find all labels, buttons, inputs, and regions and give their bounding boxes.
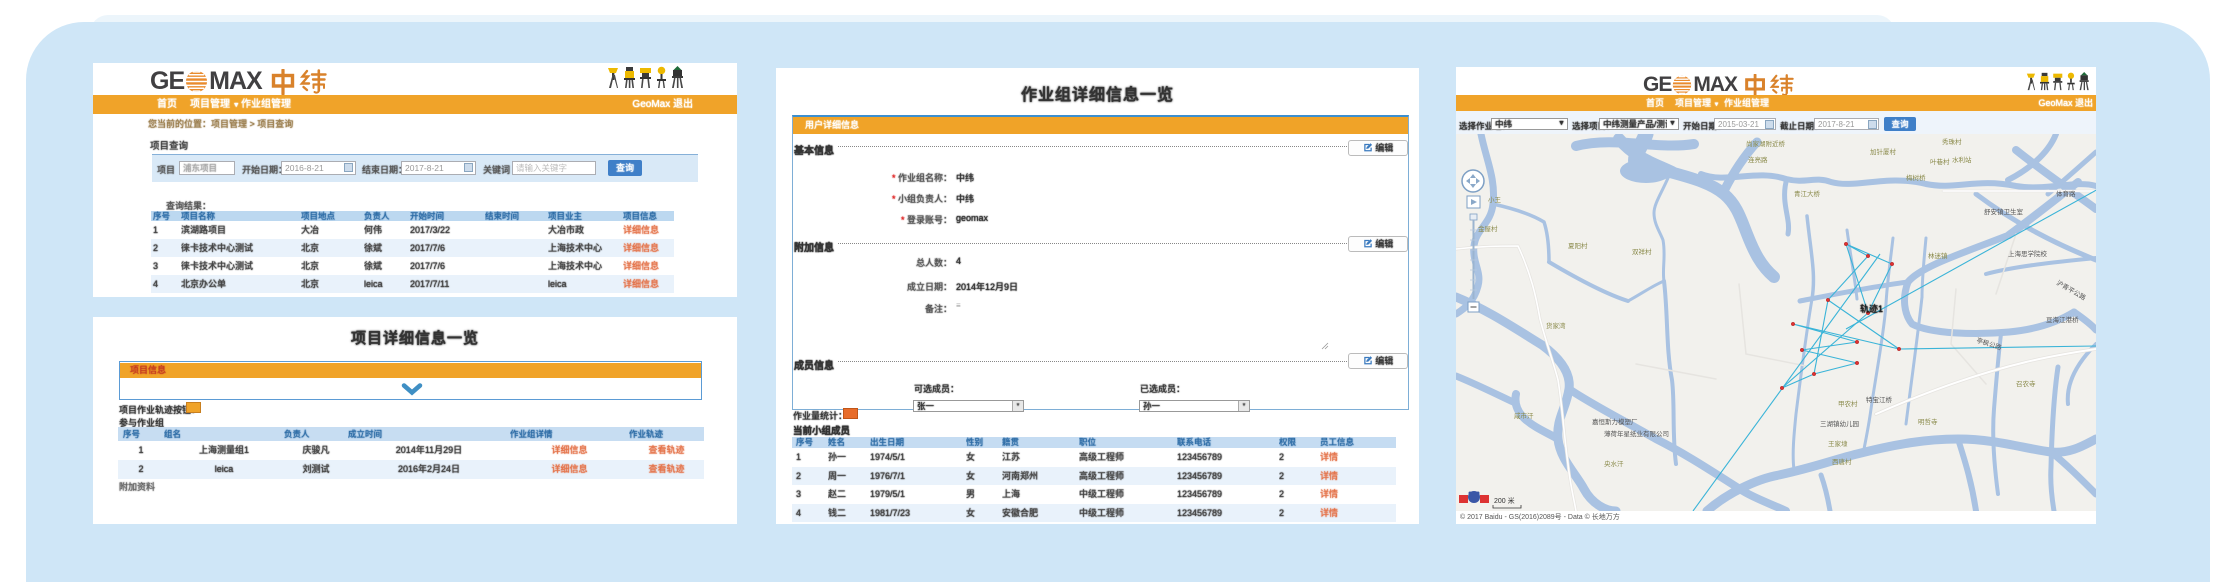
svg-text:轨迹1: 轨迹1 bbox=[1860, 303, 1883, 314]
svg-text:薄荷年星纸业有限公司: 薄荷年星纸业有限公司 bbox=[1604, 429, 1669, 438]
svg-text:青江大桥: 青江大桥 bbox=[1794, 189, 1821, 198]
svg-text:央水汗: 央水汗 bbox=[1604, 459, 1624, 468]
svg-text:明哲寺: 明哲寺 bbox=[1918, 417, 1938, 426]
svg-text:双祥村: 双祥村 bbox=[1632, 247, 1652, 256]
svg-text:上海思学院校: 上海思学院校 bbox=[2008, 249, 2048, 258]
svg-text:亘海江港桥: 亘海江港桥 bbox=[2046, 315, 2079, 324]
svg-text:梅树桥: 梅树桥 bbox=[1906, 173, 1926, 182]
svg-text:小王: 小王 bbox=[1488, 195, 1502, 204]
svg-text:秀珠村: 秀珠村 bbox=[1942, 137, 1962, 146]
svg-text:王家埭: 王家埭 bbox=[1828, 439, 1848, 448]
svg-text:西唐村: 西唐村 bbox=[1832, 457, 1852, 466]
svg-text:体育路: 体育路 bbox=[2056, 189, 2076, 198]
svg-text:召农寺: 召农寺 bbox=[2016, 379, 2036, 388]
svg-text:舒安镇卫生室: 舒安镇卫生室 bbox=[1984, 207, 2024, 216]
svg-text:林迷镇: 林迷镇 bbox=[1928, 251, 1948, 260]
svg-text:嘉恒斯力模塑厂: 嘉恒斯力模塑厂 bbox=[1592, 417, 1638, 426]
svg-text:特宝江桥: 特宝江桥 bbox=[1866, 395, 1893, 404]
svg-text:三湖镇幼儿园: 三湖镇幼儿园 bbox=[1820, 419, 1859, 428]
svg-text:金屋村: 金屋村 bbox=[1478, 224, 1498, 233]
svg-text:夏阳村: 夏阳村 bbox=[1568, 241, 1588, 250]
svg-text:甲农村: 甲农村 bbox=[1838, 399, 1858, 408]
svg-text:尚家湖附近桥: 尚家湖附近桥 bbox=[1746, 139, 1786, 148]
svg-text:货家湾: 货家湾 bbox=[1546, 321, 1566, 330]
svg-text:加针厦村: 加针厦村 bbox=[1870, 147, 1897, 156]
svg-text:叶巷村: 叶巷村 bbox=[1930, 157, 1950, 166]
svg-text:水利站: 水利站 bbox=[1952, 155, 1972, 164]
svg-text:咸市汗: 咸市汗 bbox=[1514, 411, 1534, 420]
svg-text:200 米: 200 米 bbox=[1494, 496, 1515, 505]
svg-text:连亮路: 连亮路 bbox=[1748, 155, 1768, 164]
